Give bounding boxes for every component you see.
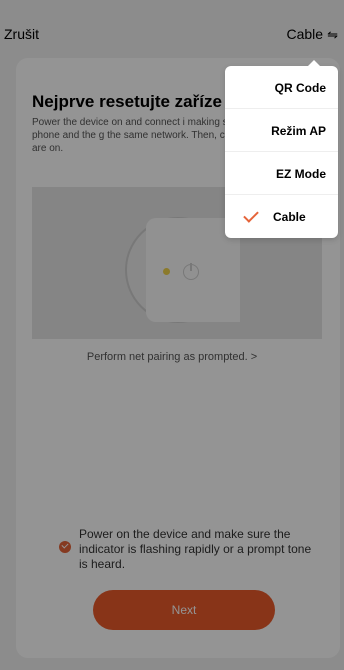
menu-item-label: Cable [273, 210, 306, 224]
menu-item-cable[interactable]: Cable [225, 195, 338, 238]
menu-item-ap-mode[interactable]: Režim AP [225, 109, 338, 152]
checkmark-icon [243, 207, 259, 223]
menu-item-label: EZ Mode [276, 167, 326, 181]
menu-item-label: Režim AP [271, 124, 326, 138]
menu-item-qr-code[interactable]: QR Code [225, 66, 338, 109]
mode-dropdown-menu: QR Code Režim AP EZ Mode Cable [225, 60, 338, 238]
menu-item-label: QR Code [274, 81, 326, 95]
menu-item-ez-mode[interactable]: EZ Mode [225, 152, 338, 195]
